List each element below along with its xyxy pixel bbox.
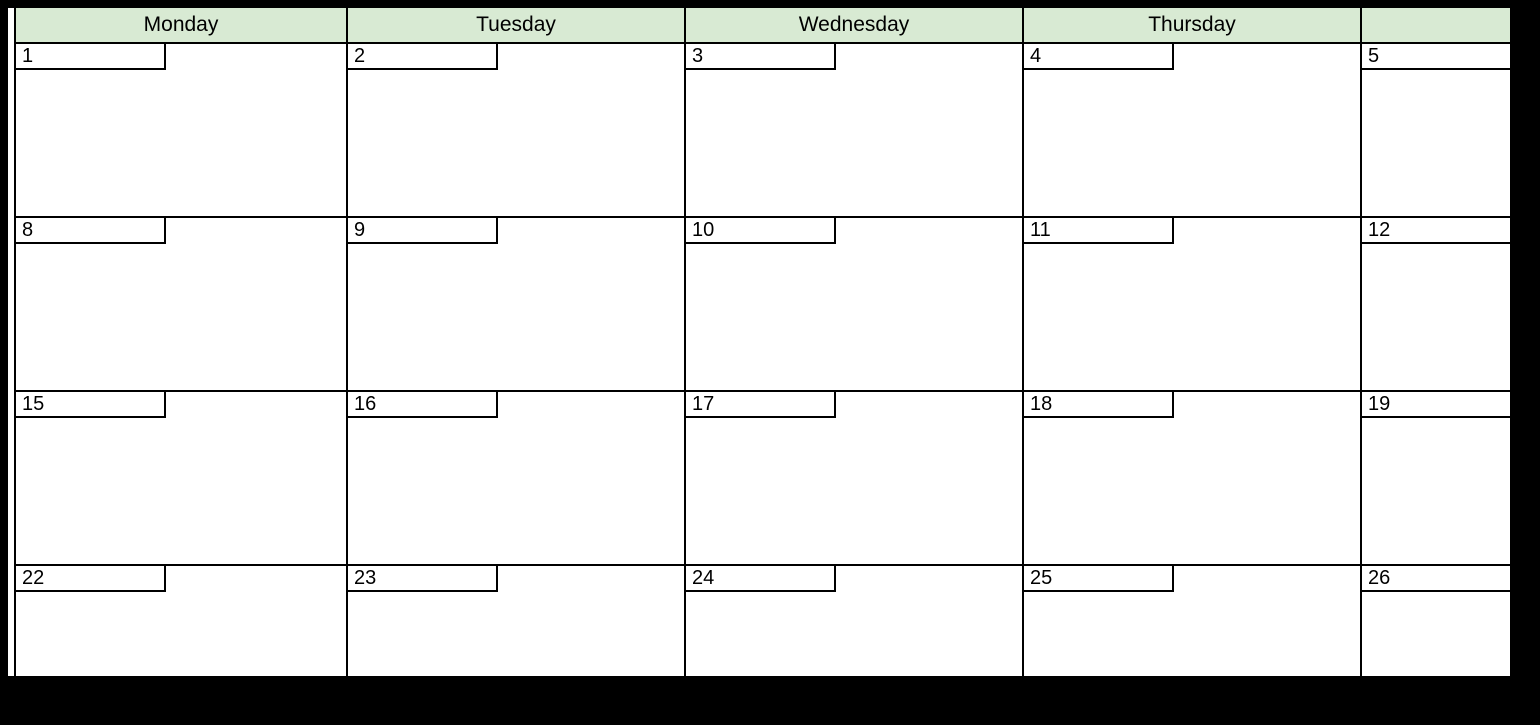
day-column-tuesday: Tuesday 2 9 16 23 bbox=[348, 8, 686, 676]
day-number: 4 bbox=[1024, 44, 1174, 70]
calendar-cell[interactable]: 9 bbox=[348, 218, 684, 392]
calendar-cell[interactable]: 26 bbox=[1362, 566, 1510, 676]
day-number: 1 bbox=[16, 44, 166, 70]
day-number: 18 bbox=[1024, 392, 1174, 418]
day-number: 2 bbox=[348, 44, 498, 70]
day-number: 10 bbox=[686, 218, 836, 244]
day-number: 3 bbox=[686, 44, 836, 70]
calendar-cell[interactable]: 15 bbox=[16, 392, 346, 566]
day-number: 26 bbox=[1362, 566, 1510, 592]
calendar-cell[interactable]: 22 bbox=[16, 566, 346, 676]
day-number: 16 bbox=[348, 392, 498, 418]
calendar-cell[interactable]: 1 bbox=[16, 44, 346, 218]
day-number: 8 bbox=[16, 218, 166, 244]
day-number: 23 bbox=[348, 566, 498, 592]
calendar-cell[interactable]: 18 bbox=[1024, 392, 1360, 566]
day-header: Thursday bbox=[1024, 8, 1360, 44]
calendar-cell[interactable]: 23 bbox=[348, 566, 684, 676]
day-header: Wednesday bbox=[686, 8, 1022, 44]
calendar-cell[interactable]: 5 bbox=[1362, 44, 1510, 218]
day-header: Tuesday bbox=[348, 8, 684, 44]
day-number: 24 bbox=[686, 566, 836, 592]
calendar-cell[interactable]: 17 bbox=[686, 392, 1022, 566]
calendar-page: Monday 1 8 15 22 Tuesday 2 9 16 bbox=[8, 8, 1510, 676]
calendar-cell[interactable]: 4 bbox=[1024, 44, 1360, 218]
calendar-cell[interactable]: 3 bbox=[686, 44, 1022, 218]
day-number: 9 bbox=[348, 218, 498, 244]
day-number: 11 bbox=[1024, 218, 1174, 244]
day-column-wednesday: Wednesday 3 10 17 24 bbox=[686, 8, 1024, 676]
calendar-cell[interactable]: 19 bbox=[1362, 392, 1510, 566]
day-number: 22 bbox=[16, 566, 166, 592]
day-number: 19 bbox=[1362, 392, 1510, 418]
day-number: 25 bbox=[1024, 566, 1174, 592]
calendar-grid: Monday 1 8 15 22 Tuesday 2 9 16 bbox=[8, 8, 1510, 676]
day-header: Monday bbox=[16, 8, 346, 44]
calendar-cell[interactable]: 12 bbox=[1362, 218, 1510, 392]
day-header: Friday bbox=[1362, 8, 1510, 44]
calendar-cell[interactable]: 25 bbox=[1024, 566, 1360, 676]
calendar-cell[interactable]: 2 bbox=[348, 44, 684, 218]
day-column-monday: Monday 1 8 15 22 bbox=[16, 8, 348, 676]
day-column-friday: Friday 5 12 19 26 bbox=[1362, 8, 1510, 676]
calendar-cell[interactable]: 10 bbox=[686, 218, 1022, 392]
day-number: 5 bbox=[1362, 44, 1510, 70]
left-gutter bbox=[8, 8, 16, 676]
calendar-cell[interactable]: 24 bbox=[686, 566, 1022, 676]
day-number: 15 bbox=[16, 392, 166, 418]
day-number: 12 bbox=[1362, 218, 1510, 244]
calendar-cell[interactable]: 11 bbox=[1024, 218, 1360, 392]
calendar-cell[interactable]: 16 bbox=[348, 392, 684, 566]
day-column-thursday: Thursday 4 11 18 25 bbox=[1024, 8, 1362, 676]
day-number: 17 bbox=[686, 392, 836, 418]
calendar-cell[interactable]: 8 bbox=[16, 218, 346, 392]
